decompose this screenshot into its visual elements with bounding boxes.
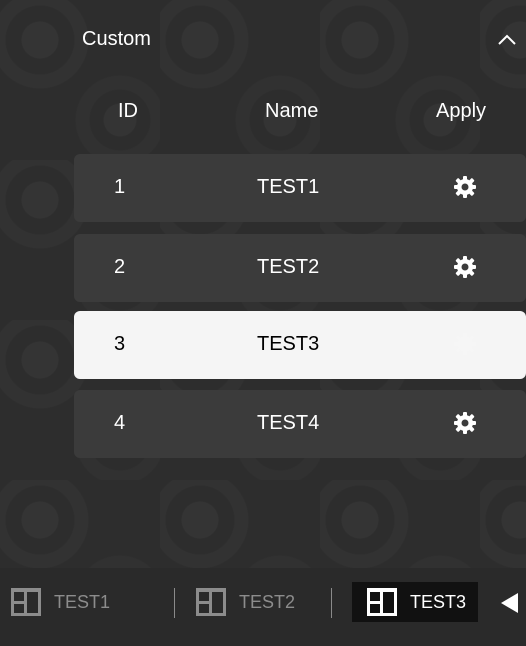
section-title: Custom: [82, 28, 151, 50]
table-row[interactable]: 2 TEST2: [74, 234, 526, 302]
chevron-up-icon[interactable]: [492, 25, 522, 55]
footer-tabbar: TEST1 TEST2 TEST3: [0, 568, 526, 646]
row-id: 4: [114, 412, 126, 434]
layout-icon: [8, 584, 44, 620]
header-apply: Apply: [436, 100, 487, 122]
footer-tab-test1[interactable]: TEST1: [8, 582, 110, 622]
footer-tab-test3[interactable]: TEST3: [352, 582, 479, 622]
layout-icon: [364, 584, 400, 620]
footer-tab-label: TEST1: [54, 591, 111, 612]
table-row[interactable]: 4 TEST4: [74, 390, 526, 458]
custom-panel: Custom ID Name Apply 1 TEST1 2 TEST2 3 T…: [0, 0, 526, 646]
gear-icon[interactable]: [452, 410, 478, 436]
table-row-selected[interactable]: 3 TEST3: [74, 311, 526, 379]
row-name: TEST1: [257, 176, 320, 198]
table-header: ID Name Apply: [0, 92, 526, 136]
row-id: 1: [114, 176, 126, 198]
row-name: TEST2: [257, 256, 320, 278]
row-id: 3: [114, 333, 126, 355]
row-name: TEST4: [257, 412, 320, 434]
gear-icon[interactable]: [452, 254, 478, 280]
footer-tab-label: TEST2: [239, 591, 296, 612]
table-row[interactable]: 1 TEST1: [74, 154, 526, 222]
header-name: Name: [265, 100, 319, 122]
row-name: TEST3: [257, 333, 320, 355]
header-id: ID: [118, 100, 138, 122]
triangle-left-icon[interactable]: [501, 593, 518, 613]
custom-section-header[interactable]: Custom: [0, 18, 526, 60]
gear-icon[interactable]: [452, 174, 478, 200]
row-id: 2: [114, 256, 126, 278]
layout-icon: [193, 584, 229, 620]
tab-divider: [331, 588, 332, 618]
gear-icon[interactable]: [452, 331, 478, 357]
footer-tab-test2[interactable]: TEST2: [193, 582, 295, 622]
tab-divider: [174, 588, 175, 618]
footer-tab-label: TEST3: [410, 591, 467, 612]
